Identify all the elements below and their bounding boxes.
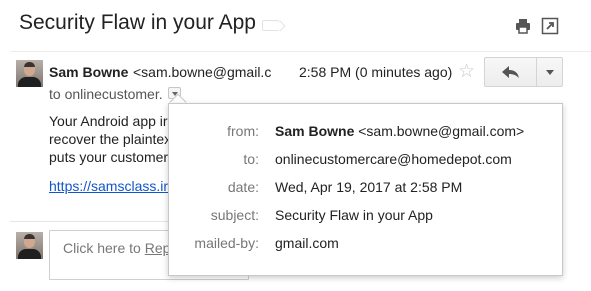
from-label: from:	[227, 123, 259, 139]
body-line: recover the plaintex	[49, 131, 172, 147]
date-label: date:	[227, 179, 259, 195]
message-body: Your Android app ir recover the plaintex…	[49, 112, 174, 166]
label-tag-icon[interactable]	[262, 20, 279, 31]
star-icon[interactable]: ☆	[458, 62, 475, 81]
from-email: <sam.bowne@gmail.com>	[358, 123, 525, 139]
sender-email: <sam.bowne@gmail.c	[133, 64, 272, 80]
details-row-to: to: onlinecustomercare@homedepot.com	[169, 151, 564, 169]
message-divider	[10, 221, 180, 222]
details-row-from: from: Sam Bowne <sam.bowne@gmail.com>	[169, 123, 564, 141]
body-line: Your Android app ir	[49, 113, 168, 129]
sender-avatar	[16, 60, 43, 87]
thread-subject: Security Flaw in your App	[19, 11, 256, 34]
from-value: Sam Bowne <sam.bowne@gmail.com>	[275, 123, 524, 139]
new-window-icon[interactable]	[541, 17, 559, 35]
body-line: puts your customer	[49, 149, 169, 165]
subject-label: subject:	[210, 207, 259, 223]
more-actions-button[interactable]	[536, 57, 563, 87]
details-row-subject: subject: Security Flaw in your App	[169, 207, 564, 225]
date-value: Wed, Apr 19, 2017 at 2:58 PM	[275, 179, 463, 195]
reply-arrow-icon	[502, 66, 519, 78]
details-row-mailed-by: mailed-by: gmail.com	[169, 235, 564, 253]
recipient-line: to onlinecustomer.	[49, 86, 163, 102]
from-name: Sam Bowne	[275, 123, 355, 139]
print-icon[interactable]	[514, 17, 532, 35]
message-details-popup: from: Sam Bowne <sam.bowne@gmail.com> to…	[168, 103, 563, 276]
mailed-by-value: gmail.com	[275, 235, 339, 251]
reply-button[interactable]	[484, 57, 537, 87]
details-row-date: date: Wed, Apr 19, 2017 at 2:58 PM	[169, 179, 564, 197]
sender-name[interactable]: Sam Bowne	[49, 64, 128, 80]
subject-value: Security Flaw in your App	[275, 207, 433, 223]
reply-link[interactable]: Rep	[145, 240, 171, 256]
message-timestamp: 2:58 PM (0 minutes ago)	[299, 64, 453, 80]
reply-placeholder[interactable]: Click here to Rep	[63, 240, 173, 256]
reply-placeholder-prefix: Click here to	[63, 240, 145, 256]
to-value: onlinecustomercare@homedepot.com	[275, 151, 512, 167]
body-link[interactable]: https://samsclass.ir	[49, 178, 174, 194]
to-label: to:	[243, 151, 259, 167]
header-divider	[10, 51, 591, 52]
dropdown-arrow-icon	[546, 70, 554, 75]
mailed-by-label: mailed-by:	[194, 235, 259, 251]
my-avatar	[16, 232, 43, 259]
